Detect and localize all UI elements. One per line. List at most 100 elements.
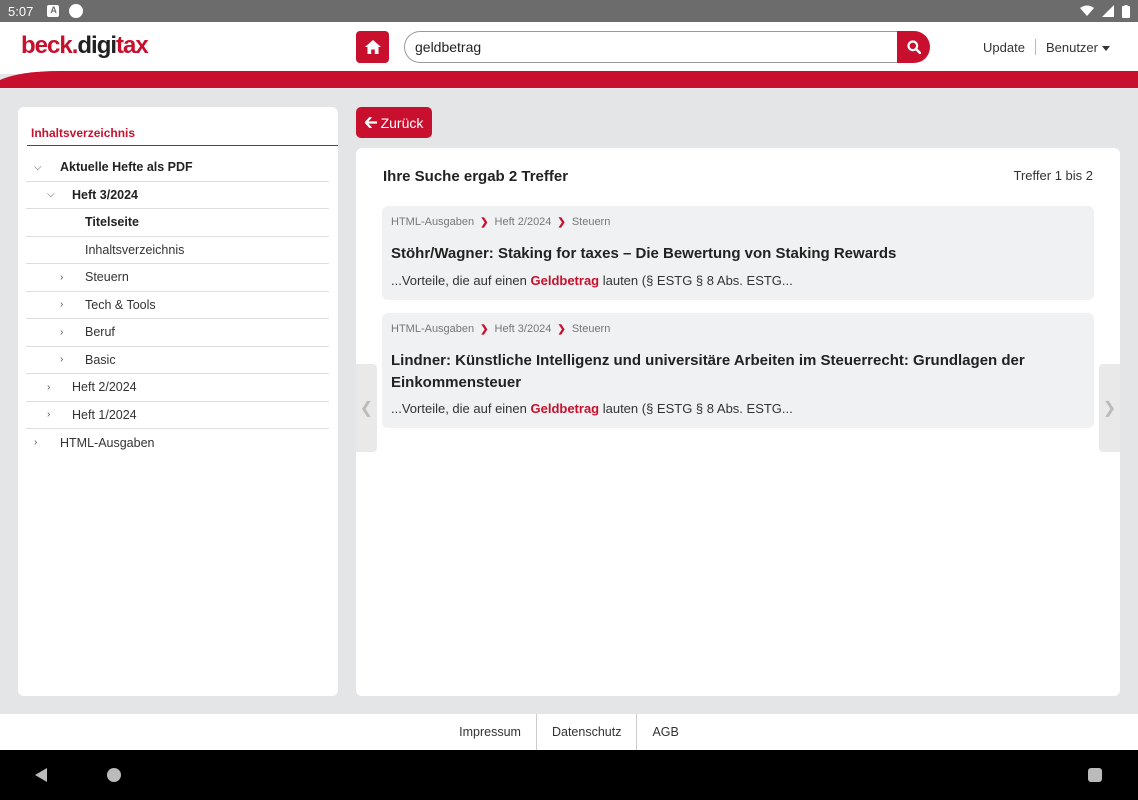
result-snippet: ...Vorteile, die auf einen Geldbetrag la… — [391, 273, 793, 288]
search-results-panel: Ihre Suche ergab 2 Treffer Treffer 1 bis… — [356, 148, 1120, 696]
logo-part-beck: beck — [21, 32, 73, 59]
search-icon — [906, 40, 921, 54]
result-snippet: ...Vorteile, die auf einen Geldbetrag la… — [391, 401, 793, 416]
header-red-wave — [0, 71, 1138, 90]
battery-icon — [1122, 4, 1130, 18]
chevron-right-icon: › — [60, 271, 64, 283]
toc-item[interactable]: ⌵ Heft 3/2024 — [26, 182, 329, 209]
toc-item-label: Steuern — [85, 270, 129, 285]
snippet-text: ...Vorteile, die auf einen — [391, 273, 531, 288]
toc-tree: ⌵ Aktuelle Hefte als PDF ⌵ Heft 3/2024 T… — [26, 154, 329, 457]
app-header: beck.digitax Update Benutzer — [0, 22, 1138, 74]
next-page-arrow[interactable]: ❯ — [1099, 364, 1120, 452]
notification-a-icon — [47, 5, 60, 17]
result-title[interactable]: Lindner: Künstliche Intelligenz und univ… — [391, 350, 1081, 394]
footer-link-impressum[interactable]: Impressum — [444, 714, 536, 750]
home-button[interactable] — [356, 31, 389, 63]
logo-part-tax: tax — [116, 32, 149, 59]
toc-item-label: Titelseite — [85, 215, 139, 230]
chevron-down-icon: ⌵ — [47, 189, 55, 201]
nav-recents-icon[interactable] — [1088, 768, 1102, 782]
toc-item-label: Basic — [85, 352, 116, 367]
footer-link-agb[interactable]: AGB — [637, 714, 693, 750]
toc-item-label: Aktuelle Hefte als PDF — [60, 160, 193, 175]
chevron-right-icon: › — [60, 326, 64, 338]
status-bar: 5:07 — [0, 0, 1138, 22]
toc-item-label: Heft 3/2024 — [72, 187, 139, 202]
chevron-right-icon: ❯ — [557, 323, 566, 335]
arrow-left-icon — [364, 117, 377, 128]
chevron-right-icon: › — [47, 409, 51, 421]
header-links: Update Benutzer — [983, 39, 1110, 55]
beck-digitax-logo[interactable]: beck.digitax — [21, 32, 149, 60]
update-link[interactable]: Update — [983, 40, 1025, 55]
search-button[interactable] — [897, 31, 930, 63]
breadcrumb: HTML-Ausgaben ❯ Heft 2/2024 ❯ Steuern — [391, 216, 610, 228]
user-menu[interactable]: Benutzer — [1046, 40, 1110, 55]
toc-item[interactable]: › Heft 2/2024 — [26, 374, 329, 402]
breadcrumb-item: Heft 3/2024 — [494, 323, 552, 335]
previous-page-arrow[interactable]: ❮ — [356, 364, 377, 452]
toc-item[interactable]: › Basic — [26, 347, 329, 374]
toc-item-label: Tech & Tools — [85, 297, 156, 312]
chevron-left-icon: ❮ — [359, 400, 374, 417]
toc-item[interactable]: › Tech & Tools — [26, 292, 329, 319]
result-card[interactable]: HTML-Ausgaben ❯ Heft 2/2024 ❯ Steuern St… — [382, 206, 1094, 300]
caret-down-icon — [1102, 45, 1110, 51]
result-title[interactable]: Stöhr/Wagner: Staking for taxes – Die Be… — [391, 243, 1081, 265]
chevron-right-icon: ❯ — [557, 216, 566, 228]
status-time: 5:07 — [8, 3, 34, 19]
toc-item[interactable]: Titelseite — [26, 209, 329, 237]
chevron-right-icon: › — [34, 437, 38, 449]
snippet-text: lauten (§ ESTG § 8 Abs. ESTG... — [599, 401, 793, 416]
result-card[interactable]: HTML-Ausgaben ❯ Heft 3/2024 ❯ Steuern Li… — [382, 313, 1094, 428]
user-menu-label: Benutzer — [1045, 39, 1098, 55]
snippet-text: ...Vorteile, die auf einen — [391, 401, 531, 416]
breadcrumb-item: Steuern — [571, 323, 611, 335]
toc-item-label: Heft 1/2024 — [72, 407, 137, 422]
logo-part-digi: digi — [77, 32, 117, 59]
back-button-label: Zurück — [380, 114, 424, 131]
toc-item[interactable]: ⌵ Aktuelle Hefte als PDF — [26, 154, 329, 182]
toc-title-rule — [27, 145, 338, 146]
toc-item-label: HTML-Ausgaben — [60, 435, 155, 450]
nav-back-icon[interactable] — [35, 768, 47, 782]
home-icon — [364, 40, 381, 54]
chevron-down-icon: ⌵ — [34, 161, 42, 173]
wifi-icon — [1080, 5, 1094, 16]
results-heading: Ihre Suche ergab 2 Treffer — [383, 168, 569, 185]
breadcrumb: HTML-Ausgaben ❯ Heft 3/2024 ❯ Steuern — [391, 323, 610, 335]
footer-link-datenschutz[interactable]: Datenschutz — [537, 714, 636, 750]
page-footer: Impressum Datenschutz AGB — [0, 714, 1138, 750]
chevron-right-icon: › — [60, 299, 64, 311]
toc-item-label: Beruf — [85, 325, 115, 340]
chevron-right-icon: ❯ — [480, 216, 489, 228]
toc-item-label: Heft 2/2024 — [72, 380, 137, 395]
toc-item[interactable]: Inhaltsverzeichnis — [26, 237, 329, 264]
toc-item[interactable]: › Steuern — [26, 264, 329, 292]
chevron-right-icon: ❯ — [480, 323, 489, 335]
back-button[interactable]: Zurück — [356, 107, 432, 138]
nav-home-icon[interactable] — [107, 768, 121, 782]
snippet-text: lauten (§ ESTG § 8 Abs. ESTG... — [599, 273, 793, 288]
toc-item[interactable]: › HTML-Ausgaben — [26, 429, 329, 457]
header-link-divider — [1034, 39, 1036, 55]
breadcrumb-item: Heft 2/2024 — [494, 216, 552, 228]
toc-title: Inhaltsverzeichnis — [31, 126, 136, 140]
chevron-right-icon: ❯ — [1102, 400, 1117, 417]
chevron-right-icon: › — [60, 354, 64, 366]
toc-item[interactable]: › Heft 1/2024 — [26, 402, 329, 429]
signal-icon — [1102, 5, 1114, 17]
breadcrumb-item: HTML-Ausgaben — [391, 216, 475, 228]
results-count: Treffer 1 bis 2 — [1013, 168, 1093, 183]
toc-item[interactable]: › Beruf — [26, 319, 329, 347]
snippet-highlight: Geldbetrag — [530, 273, 600, 288]
snippet-highlight: Geldbetrag — [530, 401, 600, 416]
search-bar — [404, 31, 930, 63]
android-nav-bar — [0, 750, 1138, 800]
search-input[interactable] — [404, 31, 898, 63]
toc-item-label: Inhaltsverzeichnis — [85, 242, 185, 257]
chevron-right-icon: › — [47, 381, 51, 393]
breadcrumb-item: Steuern — [571, 216, 611, 228]
notification-p-icon — [69, 4, 84, 18]
